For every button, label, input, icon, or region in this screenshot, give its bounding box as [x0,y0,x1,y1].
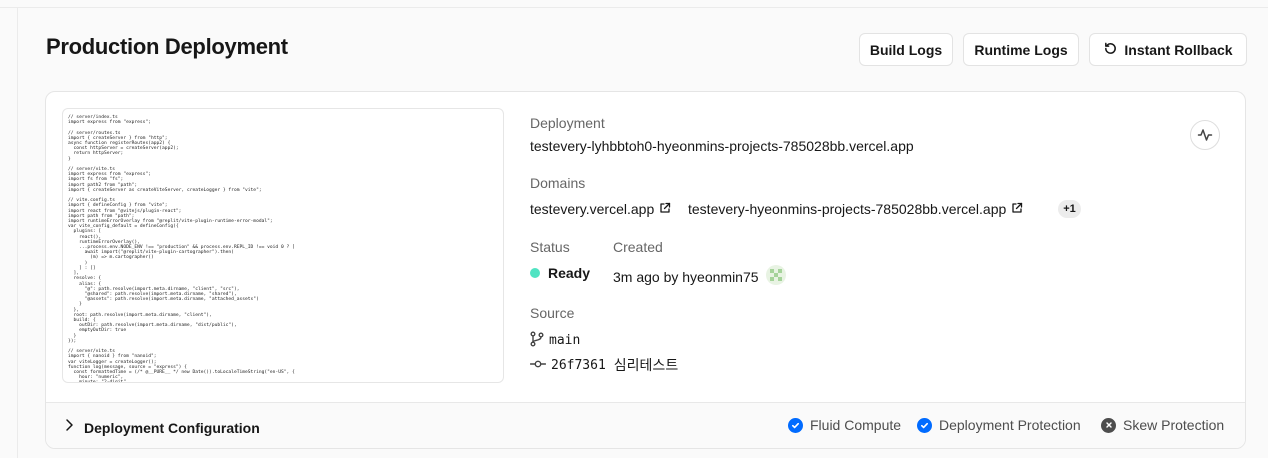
domains-more-badge[interactable]: +1 [1058,200,1081,218]
instant-rollback-label: Instant Rollback [1124,41,1233,58]
domains-label: Domains [530,175,586,191]
config-label: Deployment Configuration [84,419,260,436]
status-text: Ready [548,265,591,281]
runtime-logs-button[interactable]: Runtime Logs [963,33,1079,66]
created-label: Created [613,239,663,255]
config-toggle[interactable]: Deployment Configuration [64,418,260,437]
page-title: Production Deployment [46,34,288,59]
rotate-ccw-icon [1103,41,1118,59]
feature-deployment-protection: Deployment Protection [917,417,1081,433]
git-branch-icon [530,331,544,350]
x-circle-icon [1101,417,1116,433]
created-value: 3m ago by hyeonmin75 [613,265,786,288]
created-text: 3m ago by hyeonmin75 [613,268,759,285]
deployment-configuration-bar[interactable]: Deployment Configuration Fluid Compute D… [46,402,1245,448]
instant-rollback-button[interactable]: Instant Rollback [1089,33,1247,66]
deployment-url[interactable]: testevery-lyhbbtoh0-hyeonmins-projects-7… [530,138,914,154]
deployment-label: Deployment [530,115,605,131]
build-logs-button[interactable]: Build Logs [859,33,953,66]
domain-link-1[interactable]: testevery.vercel.app [530,201,671,217]
check-circle-icon [788,417,803,433]
feature-label: Deployment Protection [939,417,1081,433]
build-logs-label: Build Logs [869,41,943,58]
source-label: Source [530,305,575,321]
status-dot [530,268,540,278]
avatar-icon[interactable] [765,265,786,288]
chevron-right-icon [64,418,74,437]
feature-label: Skew Protection [1123,417,1225,433]
external-link-icon [1011,201,1023,217]
feature-label: Fluid Compute [810,417,902,433]
source-branch[interactable]: main [530,331,580,350]
runtime-logs-label: Runtime Logs [974,41,1068,58]
branch-name: main [549,333,581,348]
check-circle-icon [917,417,932,433]
domain-text-2: testevery-hyeonmins-projects-785028bb.ve… [688,201,1007,217]
status-value: Ready [530,265,590,281]
deployment-preview[interactable]: // server/index.ts import express from "… [62,108,504,383]
git-commit-icon [529,357,547,373]
domain-text-1: testevery.vercel.app [530,201,655,217]
source-commit[interactable]: 26f7361 심리테스트 [529,355,679,375]
commit-hash: 26f7361 [551,357,606,373]
deployment-card: // server/index.ts import express from "… [45,91,1246,449]
commit-message: 심리테스트 [613,357,679,373]
pulse-icon[interactable] [1190,120,1220,150]
feature-fluid-compute: Fluid Compute [788,417,901,433]
preview-code: // server/index.ts import express from "… [68,115,295,383]
domain-link-2[interactable]: testevery-hyeonmins-projects-785028bb.ve… [688,201,1023,217]
status-label: Status [530,239,570,255]
external-link-icon [659,201,671,217]
feature-skew-protection: Skew Protection [1101,417,1224,433]
